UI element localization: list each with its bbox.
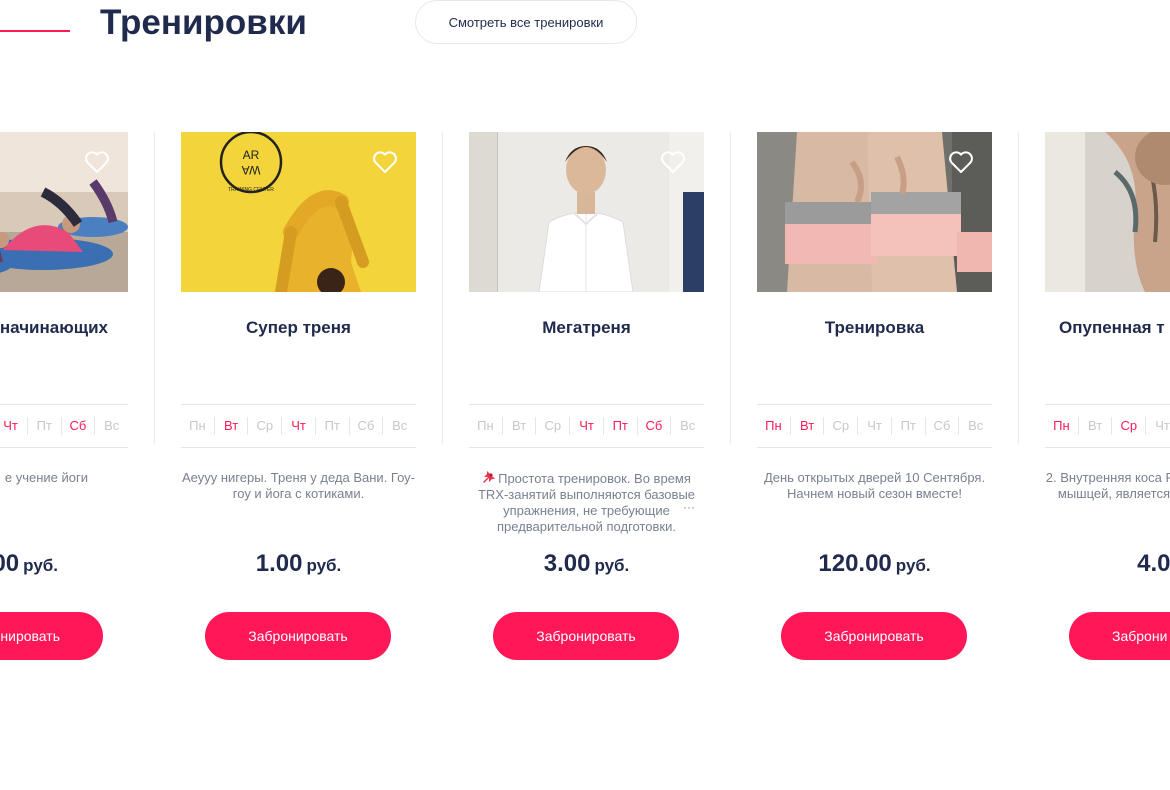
day-sat: Сб: [926, 417, 960, 435]
logo-text-bottom: WA: [242, 163, 261, 177]
day-fri: Пт: [604, 417, 638, 435]
training-card[interactable]: Тренировка Пн Вт Ср Чт Пт Сб Вс День отк…: [757, 132, 992, 672]
training-card[interactable]: Мегатреня Пн Вт Ср Чт Пт Сб Вс Простота …: [469, 132, 704, 672]
training-title[interactable]: начинающих: [0, 318, 108, 338]
training-image[interactable]: [1045, 132, 1170, 292]
description-text: Простота тренировок. Во время TRX-заняти…: [477, 471, 696, 534]
heart-outline-icon[interactable]: [660, 150, 686, 174]
day-fri: Пт: [28, 417, 62, 435]
price-amount: 1.00: [255, 550, 303, 577]
price-amount: 00: [0, 550, 20, 577]
training-price: 120.00 руб.: [757, 550, 992, 578]
day-fri: Пт: [316, 417, 350, 435]
pushpin-icon: [483, 471, 496, 483]
logo-caption: TRAINING CENTER: [228, 187, 274, 193]
book-button[interactable]: Заброни: [1069, 612, 1170, 660]
day-sun: Вс: [392, 418, 408, 433]
day-tue: Вт: [215, 417, 249, 435]
day-thu: Чт: [570, 417, 604, 435]
training-description: Простота тренировок. Во время TRX-заняти…: [469, 470, 704, 536]
day-sun: Вс: [104, 418, 120, 433]
book-label: нировать: [0, 628, 60, 644]
book-button[interactable]: Забронировать: [205, 612, 391, 660]
training-price: 00руб.: [0, 550, 58, 578]
weekday-schedule: Пн Вт Ср Чт Пт Сб Вс: [757, 404, 992, 448]
day-mon: Пн: [469, 417, 503, 435]
day-sun: Вс: [968, 418, 984, 433]
training-title[interactable]: Опупенная т: [1059, 318, 1170, 338]
training-price: 4.00: [1045, 550, 1170, 578]
day-mon: Пн: [181, 417, 215, 435]
heart-outline-icon[interactable]: [948, 150, 974, 174]
day-sat: Сб: [638, 417, 672, 435]
logo-text-top: AR: [243, 148, 260, 162]
price-currency: руб.: [594, 556, 630, 575]
card-divider: [154, 132, 155, 444]
training-image[interactable]: [469, 132, 704, 292]
day-mon: Пн: [1045, 417, 1079, 435]
training-price: 3.00 руб.: [469, 550, 704, 578]
price-currency: руб.: [306, 556, 342, 575]
day-sat: Сб: [62, 417, 96, 435]
training-card[interactable]: AR WA TRAINING CENTER Супер треня Пн Вт …: [181, 132, 416, 672]
heart-outline-icon[interactable]: [372, 150, 398, 174]
training-title[interactable]: Мегатреня: [449, 318, 724, 338]
training-price: 1.00 руб.: [181, 550, 416, 578]
card-divider: [730, 132, 731, 444]
day-tue: Вт: [503, 417, 537, 435]
training-title[interactable]: Супер треня: [161, 318, 436, 338]
price-currency: руб.: [895, 556, 931, 575]
more-indicator[interactable]: ···: [683, 500, 695, 514]
price-amount: 3.00: [543, 550, 591, 577]
day-sun: Вс: [680, 418, 696, 433]
training-image[interactable]: AR WA TRAINING CENTER: [181, 132, 416, 292]
day-wed: Ср: [248, 417, 283, 435]
day-tue: Вт: [791, 417, 825, 435]
weekday-schedule: Пн Вт Ср Чт Пт Сб Вс: [469, 404, 704, 448]
day-wed: Ср: [536, 417, 571, 435]
weekday-schedule: Пн Вт Ср Чт Пт Сб Вс: [181, 404, 416, 448]
heart-outline-icon[interactable]: [84, 150, 110, 174]
book-button[interactable]: Забронировать: [781, 612, 967, 660]
weekday-schedule: Пн Вт Ср Чт Пт Сб Вс: [1045, 404, 1170, 448]
book-button[interactable]: Забронировать: [493, 612, 679, 660]
training-title[interactable]: Тренировка: [737, 318, 1012, 338]
training-description: е учение йоги: [4, 470, 88, 485]
day-wed: Ср: [1112, 417, 1147, 435]
weekday-schedule: Пн Вт Ср Чт Пт Сб Вс: [0, 404, 128, 448]
price-amount: 4.00: [1137, 550, 1170, 577]
day-fri: Пт: [892, 417, 926, 435]
training-card[interactable]: Опупенная т Пн Вт Ср Чт Пт Сб Вс 2. Внут…: [1045, 132, 1170, 672]
training-card[interactable]: начинающих Пн Вт Ср Чт Пт Сб Вс е учение…: [0, 132, 128, 672]
day-wed: Ср: [824, 417, 859, 435]
day-mon: Пн: [757, 417, 791, 435]
day-thu: Чт: [858, 417, 892, 435]
training-description: День открытых дверей 10 Сентября. Начнем…: [763, 470, 986, 501]
day-tue: Вт: [1079, 417, 1113, 435]
day-thu: Чт: [282, 417, 316, 435]
price-amount: 120.00: [818, 550, 892, 577]
card-divider: [1018, 132, 1019, 444]
training-image[interactable]: [757, 132, 992, 292]
price-currency: руб.: [23, 556, 58, 575]
trainings-carousel: начинающих Пн Вт Ср Чт Пт Сб Вс е учение…: [0, 0, 1170, 790]
training-description: 2. Внутренняя коса Располагается под мыш…: [1045, 470, 1170, 501]
training-description: Аеууу нигеры. Треня у деда Вани. Гоу-гоу…: [181, 470, 415, 501]
book-label: Заброни: [1112, 628, 1168, 644]
card-divider: [442, 132, 443, 444]
day-sat: Сб: [350, 417, 384, 435]
book-button[interactable]: нировать: [0, 612, 103, 660]
day-thu: Чт: [1146, 417, 1170, 435]
day-thu: Чт: [0, 417, 28, 435]
training-image[interactable]: [0, 132, 128, 292]
